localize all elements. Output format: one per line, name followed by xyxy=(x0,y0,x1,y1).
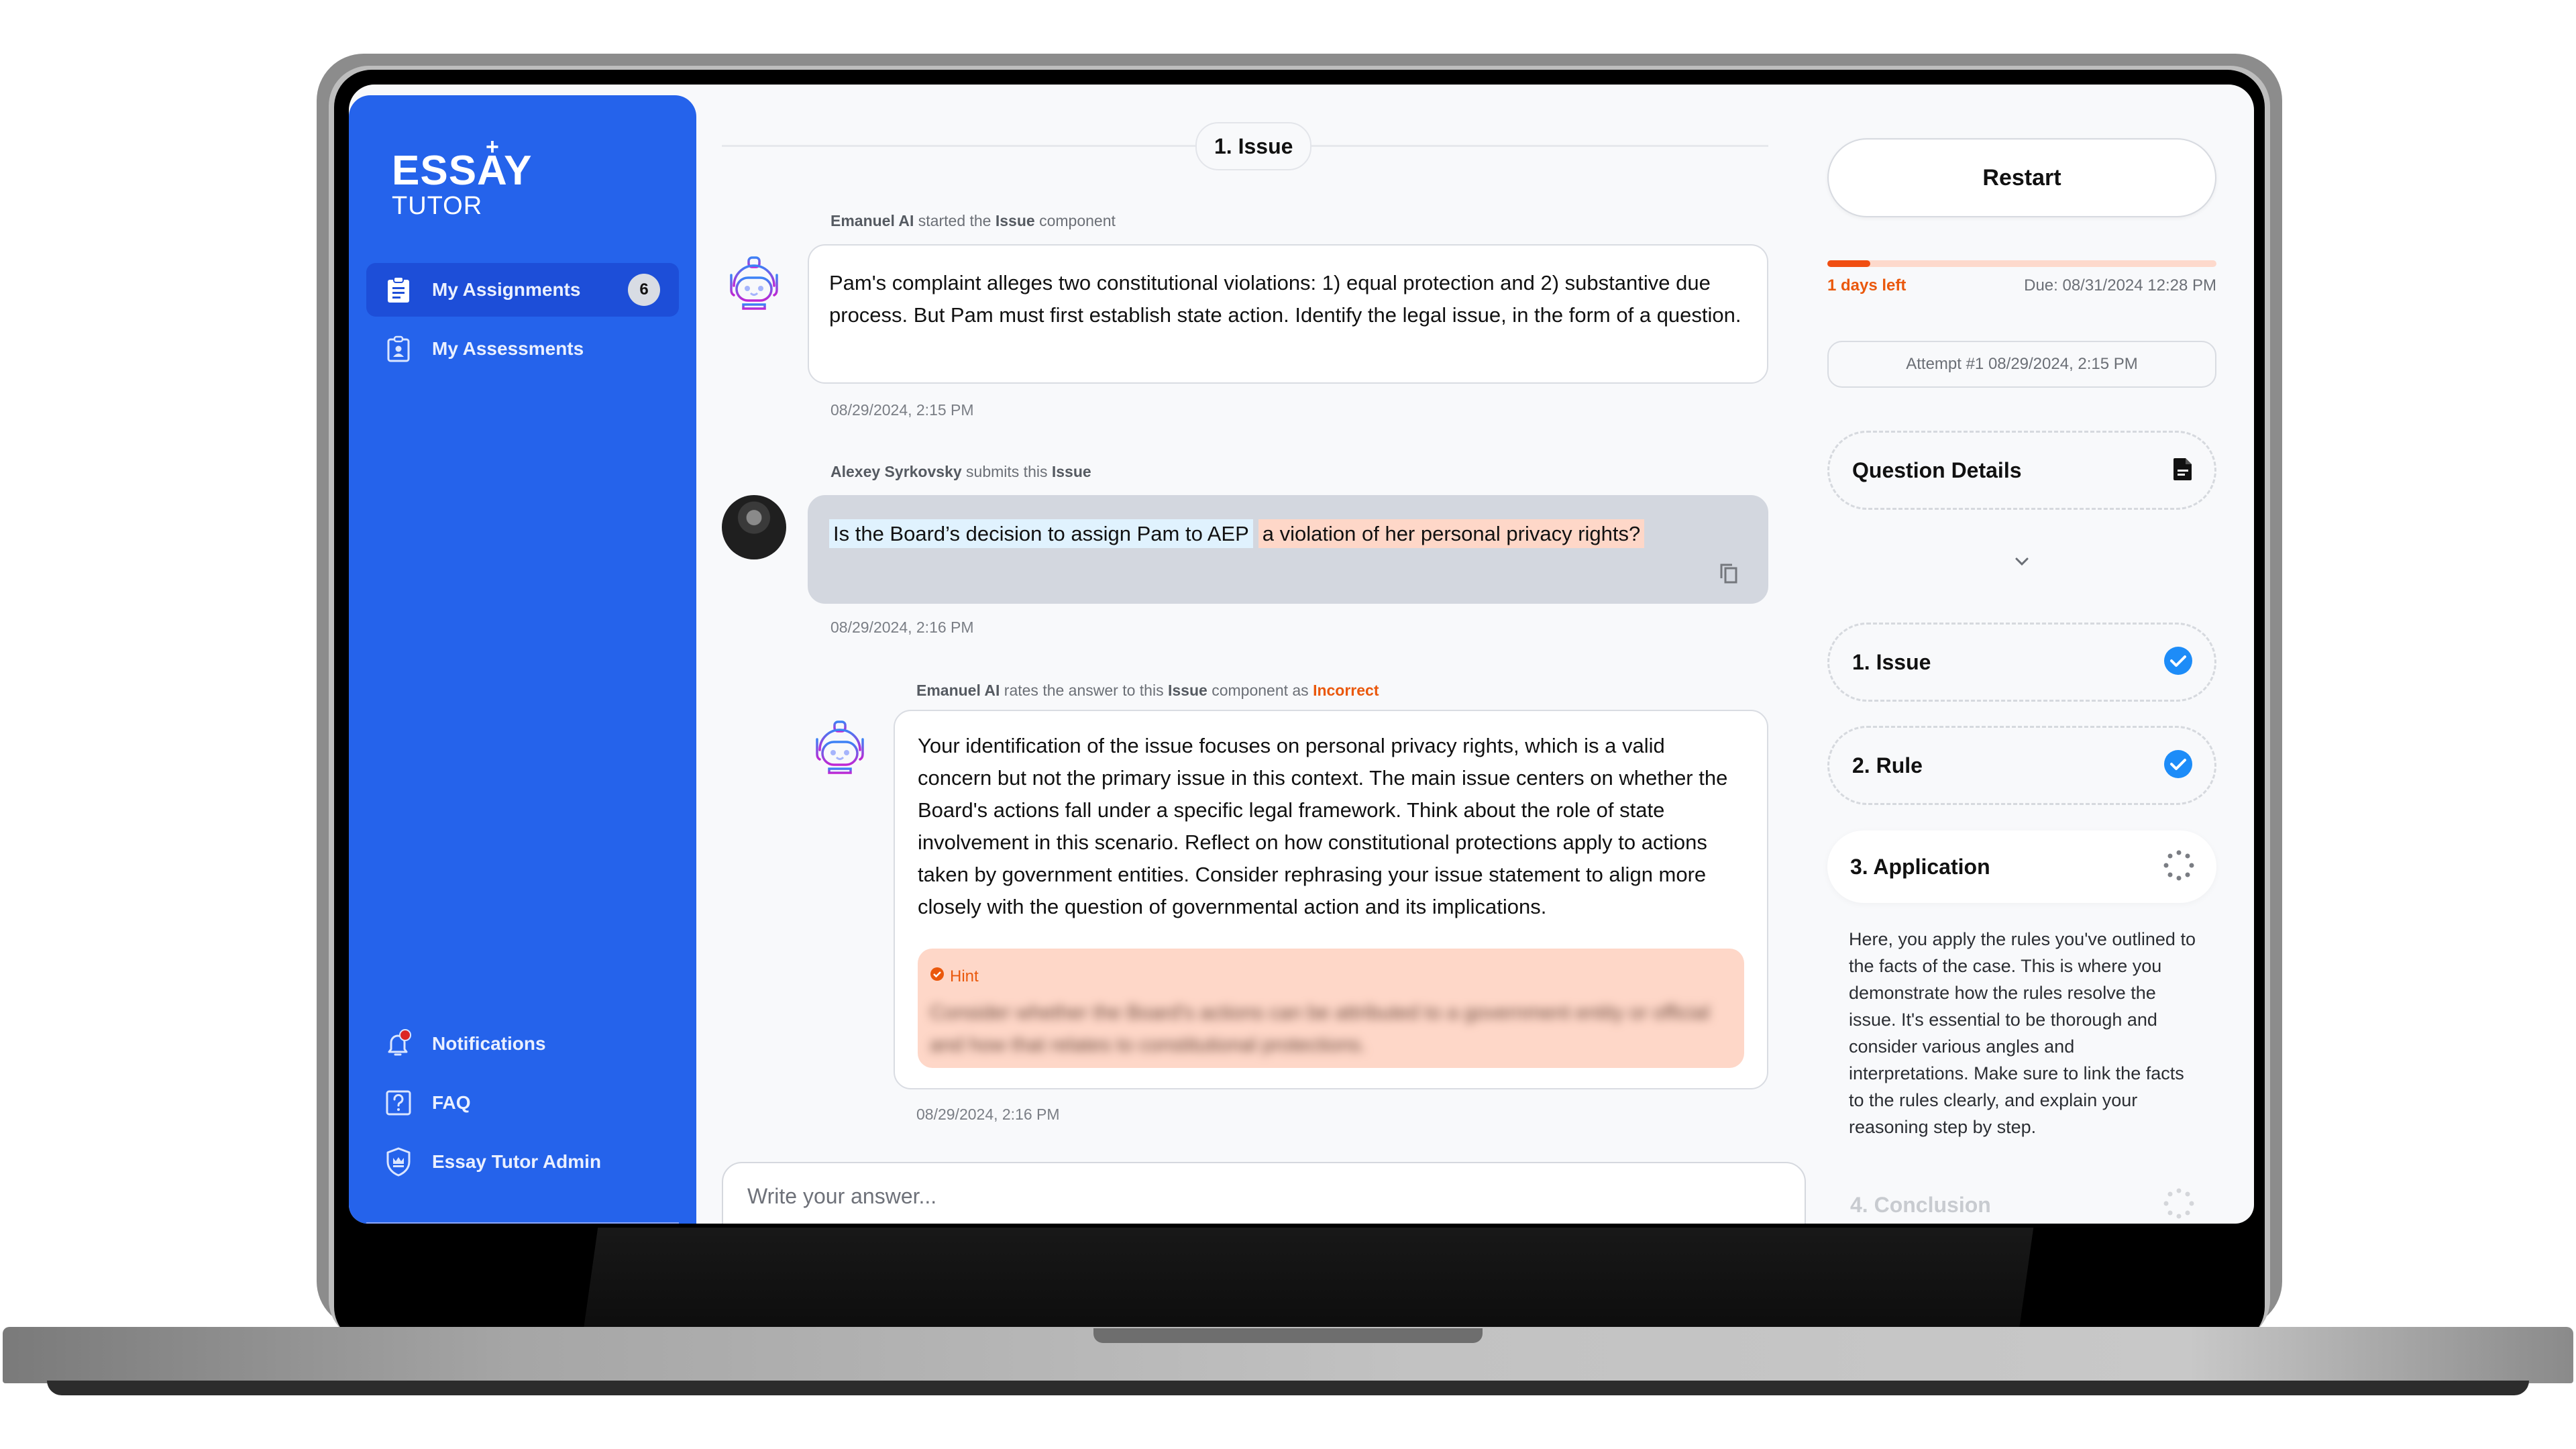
sidebar-item-label: My Assignments xyxy=(432,279,581,300)
chevron-down-icon[interactable] xyxy=(2012,555,2031,568)
step-label: 3. Application xyxy=(1850,854,1990,879)
keyboard-reflection xyxy=(582,1228,2034,1335)
robot-icon xyxy=(722,251,786,315)
step-card-rule[interactable]: 2. Rule xyxy=(1827,726,2216,805)
meta-text: submits this xyxy=(961,463,1052,480)
step-label: 1. Issue xyxy=(1852,649,1931,674)
message-timestamp: 08/29/2024, 2:16 PM xyxy=(916,1106,1060,1123)
user-avatar xyxy=(722,495,786,559)
feedback-text: Your identification of the issue focuses… xyxy=(918,734,1728,918)
copy-icon[interactable] xyxy=(1717,561,1741,585)
answer-input-container[interactable] xyxy=(722,1162,1806,1224)
sidebar-item-my-assessments[interactable]: My Assessments xyxy=(366,322,679,376)
sidebar-item-label: Essay Tutor Admin xyxy=(432,1151,602,1172)
meta-text: started the xyxy=(914,212,996,229)
section-title-pill: 1. Issue xyxy=(1195,122,1312,170)
step-card-application[interactable]: 3. Application xyxy=(1827,830,2216,903)
due-date-label: Due: 08/31/2024 12:28 PM xyxy=(2024,276,2216,294)
bell-icon xyxy=(385,1029,412,1057)
clipboard-user-icon xyxy=(385,335,412,362)
message-text: Pam's complaint alleges two constitution… xyxy=(829,271,1741,327)
message-timestamp: 08/29/2024, 2:15 PM xyxy=(830,401,974,419)
meta-suffix: component xyxy=(1034,212,1116,229)
sidebar-item-faq[interactable]: FAQ xyxy=(366,1076,679,1130)
step-card-issue[interactable]: 1. Issue xyxy=(1827,623,2216,702)
message-meta: Alexey Syrkovsky submits this Issue xyxy=(830,463,1091,481)
step-label: 4. Conclusion xyxy=(1850,1192,1991,1217)
meta-suffix: component as xyxy=(1207,682,1313,699)
logo-tutor: TUTOR xyxy=(392,192,483,220)
question-square-icon xyxy=(385,1089,412,1116)
answer-segment-highlight-orange[interactable]: a violation of her personal privacy righ… xyxy=(1258,519,1645,548)
sidebar-item-notifications[interactable]: Notifications xyxy=(366,1017,679,1071)
hint-text-blurred[interactable]: Consider whether the Board's actions can… xyxy=(930,997,1732,1061)
check-circle-icon xyxy=(2163,646,2193,679)
sidebar-nav: My Assignments 6 My Assessments xyxy=(366,263,679,381)
sidebar-item-essay-tutor-admin[interactable]: Essay Tutor Admin xyxy=(366,1135,679,1189)
sidebar: ESSAY + TUTOR My Assignments 6 My Assessm… xyxy=(349,95,696,1224)
meta-actor: Emanuel AI xyxy=(916,682,1000,699)
robot-icon xyxy=(808,715,872,780)
restart-button[interactable]: Restart xyxy=(1827,138,2216,217)
deadline-progress-bar xyxy=(1827,260,2216,267)
essay-tutor-logo[interactable]: ESSAY + TUTOR xyxy=(392,136,533,220)
question-details-card[interactable]: Question Details xyxy=(1827,431,2216,510)
answer-input[interactable] xyxy=(746,1183,1784,1210)
sidebar-item-label: Notifications xyxy=(432,1033,546,1054)
attempt-selector[interactable]: Attempt #1 08/29/2024, 2:15 PM xyxy=(1827,341,2216,388)
sidebar-item-my-assignments[interactable]: My Assignments 6 xyxy=(366,263,679,317)
deadline-progress-fill xyxy=(1827,260,1870,267)
days-left-label: 1 days left xyxy=(1827,276,1907,294)
meta-component: Issue xyxy=(995,212,1035,229)
meta-actor: Emanuel AI xyxy=(830,212,914,229)
rating-badge: Incorrect xyxy=(1313,682,1379,699)
sidebar-bottom-nav: Notifications FAQ Essay Tutor Admin xyxy=(366,1017,679,1194)
step-card-conclusion[interactable]: 4. Conclusion xyxy=(1827,1178,2216,1224)
step-label: 2. Rule xyxy=(1852,753,1923,777)
hint-box[interactable]: Hint Consider whether the Board's action… xyxy=(918,949,1744,1068)
hint-label: Hint xyxy=(950,967,979,985)
meta-component: Issue xyxy=(1051,463,1091,480)
logo-plus: + xyxy=(486,134,500,160)
message-meta: Emanuel AI started the Issue component xyxy=(830,212,1116,230)
laptop-base-lip xyxy=(47,1381,2529,1395)
assignments-count-badge: 6 xyxy=(628,274,660,306)
document-icon xyxy=(2173,457,2193,484)
check-circle-icon xyxy=(2163,749,2193,782)
check-circle-icon xyxy=(930,961,945,993)
answer-segment-highlight-blue[interactable]: Is the Board’s decision to assign Pam to… xyxy=(829,519,1253,548)
message-meta: Emanuel AI rates the answer to this Issu… xyxy=(916,682,1379,700)
meta-text: rates the answer to this xyxy=(1000,682,1168,699)
clipboard-list-icon xyxy=(385,276,412,303)
sidebar-item-label: FAQ xyxy=(432,1092,471,1113)
meta-actor: Alexey Syrkovsky xyxy=(830,463,962,480)
laptop-hinge-notch xyxy=(1093,1328,1483,1343)
sidebar-divider xyxy=(366,1222,679,1224)
user-message-bubble: Is the Board’s decision to assign Pam to… xyxy=(808,495,1768,604)
shield-crown-icon xyxy=(385,1147,412,1177)
hint-header: Hint xyxy=(930,961,1732,993)
logo-essay: ESSAY xyxy=(392,148,533,194)
loading-spinner-icon xyxy=(2163,1187,2195,1223)
message-timestamp: 08/29/2024, 2:16 PM xyxy=(830,619,974,636)
current-step-description: Here, you apply the rules you've outline… xyxy=(1849,929,2196,1137)
ai-message-bubble: Pam's complaint alleges two constitution… xyxy=(808,244,1768,384)
question-details-label: Question Details xyxy=(1852,458,2022,482)
ai-feedback-bubble: Your identification of the issue focuses… xyxy=(894,710,1768,1089)
progress-panel: Restart 1 days left Due: 08/31/2024 12:2… xyxy=(1827,85,2216,1224)
meta-component: Issue xyxy=(1167,682,1208,699)
loading-spinner-icon xyxy=(2163,849,2195,885)
chat-thread: 1. Issue Emanuel AI started the Issue co… xyxy=(722,85,1806,1224)
sidebar-item-label: My Assessments xyxy=(432,338,584,359)
app-screen: ESSAY + TUTOR My Assignments 6 My Assessm… xyxy=(349,85,2254,1224)
